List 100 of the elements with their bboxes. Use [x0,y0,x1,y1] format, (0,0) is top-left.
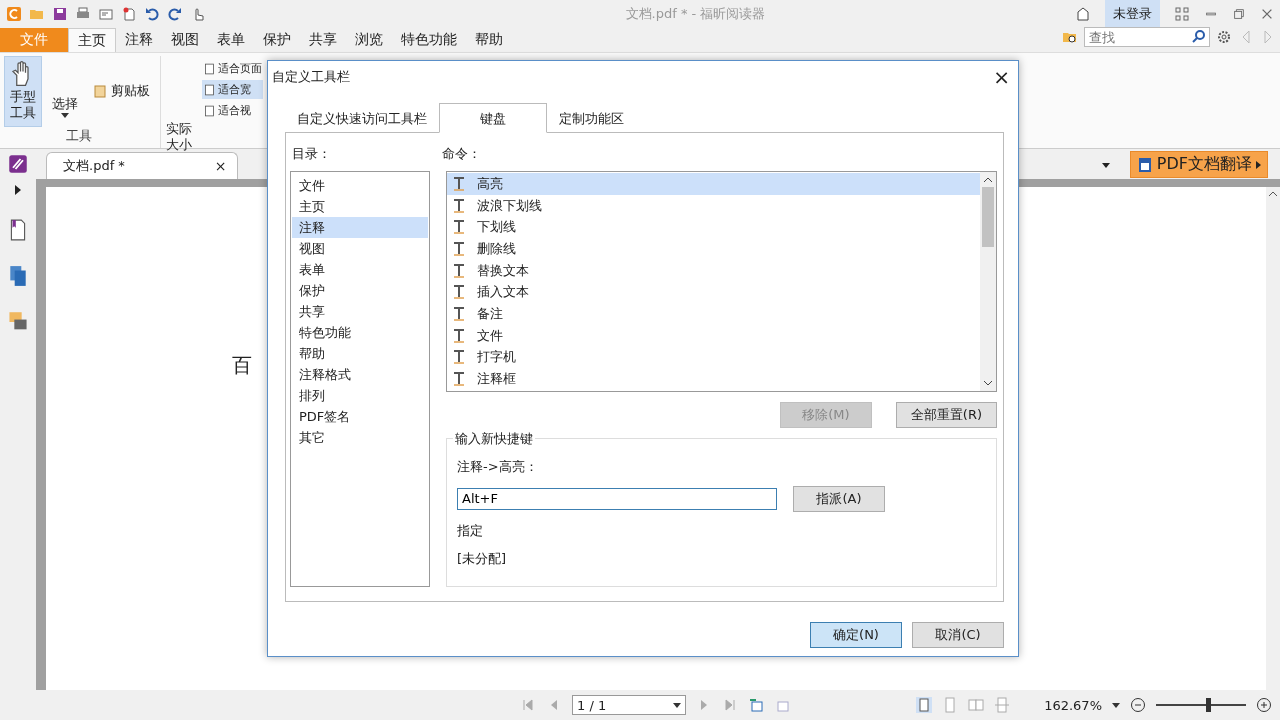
close-tab-button[interactable]: × [214,158,227,174]
caret-icon[interactable] [1112,702,1120,708]
menu-tab[interactable]: 表单 [208,28,254,52]
group-label: 工具 [65,127,93,145]
menu-tab[interactable]: 主页 [68,28,116,52]
grid-icon[interactable] [1174,6,1190,22]
undo-icon[interactable] [144,6,160,22]
command-item[interactable]: 插入文本 [447,281,980,304]
command-item[interactable]: 下划线 [447,216,980,239]
previous-view-icon[interactable] [748,697,764,713]
shortcut-input[interactable]: Alt+F [457,487,777,510]
command-item[interactable]: 替换文本 [447,259,980,282]
zoom-in-icon[interactable] [1256,697,1272,713]
category-item[interactable]: 其它 [292,427,428,448]
category-label: 目录： [291,145,332,163]
text-tool-icon [451,240,467,257]
menu-tab[interactable]: 浏览 [346,28,392,52]
command-item[interactable]: 备注 [447,303,980,325]
fit-button[interactable]: 适合页面 [202,59,264,78]
group-title: 输入新快捷键 [453,429,535,448]
redo-icon[interactable] [167,6,183,22]
category-item[interactable]: 保护 [292,280,428,301]
search-field[interactable]: 查找 [1084,27,1210,47]
scroll-up-icon[interactable] [1269,191,1277,196]
category-item[interactable]: PDF签名 [292,406,428,427]
menu-tab[interactable]: 视图 [162,28,208,52]
menu-tab[interactable]: 共享 [300,28,346,52]
scroll-up-icon[interactable] [984,177,992,182]
command-item[interactable]: 波浪下划线 [447,194,980,217]
command-item[interactable]: 文件 [447,324,980,347]
dialog-tab[interactable]: 键盘 [439,103,547,133]
login-status[interactable]: 未登录 [1105,0,1160,28]
single-page-icon[interactable] [916,697,933,713]
category-item[interactable]: 帮助 [292,343,428,364]
text-tool-icon [451,219,467,236]
command-item[interactable]: 打字机 [447,346,980,369]
text-tool-icon [451,327,467,344]
close-button[interactable]: × [993,65,1010,89]
category-item[interactable]: 注释格式 [292,364,428,385]
text-tool-icon [451,371,467,388]
page-icon [203,61,217,76]
text-tool-icon [451,262,467,279]
pages-icon[interactable] [8,265,28,287]
sign-icon[interactable] [8,153,28,175]
caret-icon [61,113,69,118]
cancel-button[interactable]: 取消(C) [912,622,1004,648]
command-label: 命令： [441,145,482,163]
zoom-value[interactable]: 162.67% [1044,697,1102,713]
app-logo-icon[interactable] [6,6,22,22]
clipboard-button[interactable]: 剪贴板 [88,80,154,102]
settings-icon[interactable] [1216,29,1232,45]
text-tool-icon [451,305,467,322]
category-item[interactable]: 排列 [292,385,428,406]
menu-tab[interactable]: 保护 [254,28,300,52]
new-document-icon[interactable] [121,6,137,22]
bookmark-icon[interactable] [8,219,28,241]
clipboard-icon [92,83,108,99]
scrollbar-thumb[interactable] [982,187,994,247]
assign-button[interactable]: 指派(A) [793,485,885,512]
category-item[interactable]: 文件 [292,175,428,196]
command-item[interactable]: 高亮 [447,173,980,195]
expand-arrow-icon[interactable] [14,185,22,195]
category-item[interactable]: 注释 [292,217,428,238]
dropdown-icon[interactable] [1102,163,1110,168]
command-path: 注释->高亮： [457,457,539,476]
restore-icon[interactable] [1232,6,1246,22]
command-item[interactable]: 注释框 [447,368,980,390]
page-icon [203,82,217,97]
hand-tool-button[interactable]: 手型工具 [4,56,42,127]
category-item[interactable]: 主页 [292,196,428,217]
category-item[interactable]: 视图 [292,238,428,259]
document-icon [1136,156,1153,173]
scroll-down-icon[interactable] [984,380,992,386]
menu-tab[interactable]: 特色功能 [392,28,466,52]
fit-button[interactable]: 适合宽 [202,80,264,99]
category-item[interactable]: 特色功能 [292,322,428,343]
dialog-title: 自定义工具栏 [272,68,350,86]
dialog-tab[interactable]: 定制功能区 [547,106,636,132]
category-item[interactable]: 表单 [292,259,428,280]
search-icon[interactable] [1191,29,1207,45]
assigned-label: 指定 [457,521,484,540]
caret-icon[interactable] [673,702,681,708]
text-tool-icon [451,284,467,301]
fit-button[interactable]: 适合视 [202,101,264,120]
translate-button[interactable]: PDF文档翻译 [1129,151,1268,178]
category-item[interactable]: 共享 [292,301,428,322]
reset-all-button[interactable]: 全部重置(R) [895,401,997,428]
page-icon [203,103,217,118]
arrow-icon [1256,160,1261,169]
command-item[interactable]: 删除线 [447,238,980,260]
document-tab[interactable]: 文档.pdf * × [46,152,238,179]
assigned-value: [未分配] [457,549,508,568]
menu-tab[interactable]: 帮助 [466,28,512,52]
dialog-tab[interactable]: 自定义快速访问工具栏 [285,106,439,132]
save-icon[interactable] [52,6,68,22]
zoom-out-icon[interactable] [1130,697,1146,713]
page-number-field[interactable]: 1 / 1 [572,695,686,715]
menu-tab[interactable]: 注释 [116,28,162,52]
select-tool-button[interactable]: 选择 [48,56,82,127]
ok-button[interactable]: 确定(N) [810,622,902,648]
